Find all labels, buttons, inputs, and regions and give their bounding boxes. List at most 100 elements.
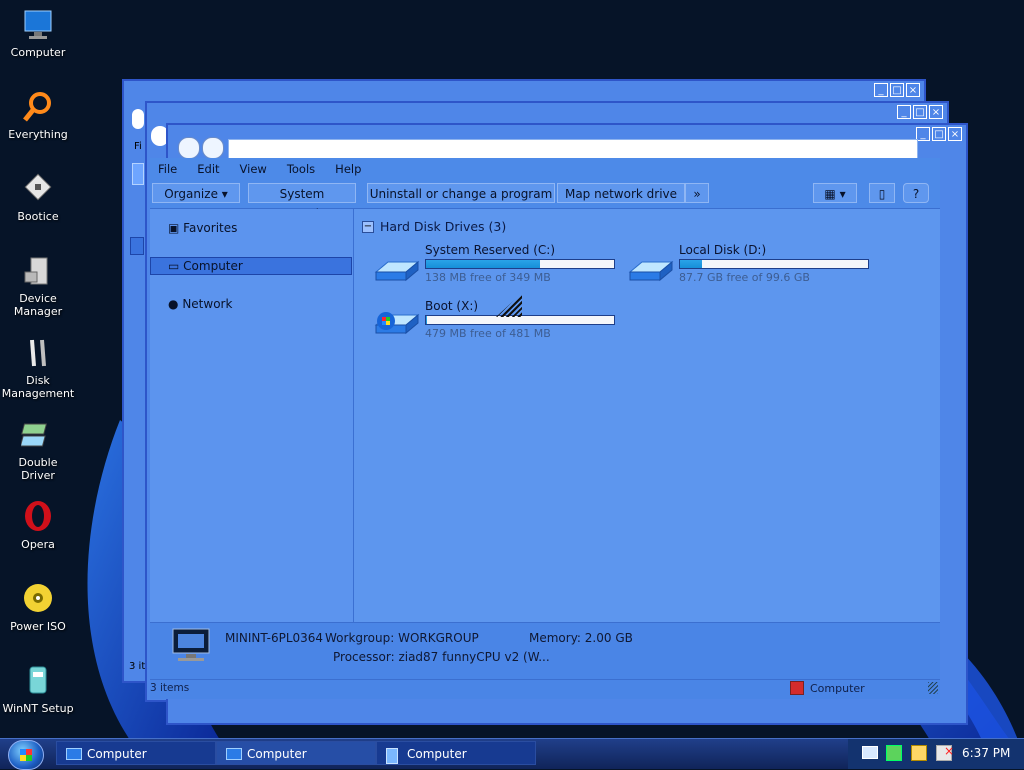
- capacity-fill: [426, 316, 427, 324]
- desktop-icon-computer[interactable]: Computer: [0, 8, 76, 59]
- desktop-icon-disk-management[interactable]: Disk Management: [0, 336, 76, 400]
- menu-partial: Fi: [134, 141, 142, 152]
- double-driver-icon: [19, 418, 55, 452]
- desktop-icon-opera[interactable]: Opera: [0, 500, 76, 551]
- memory: Memory: 2.00 GB: [529, 631, 633, 645]
- desktop-icon-bootice[interactable]: Bootice: [0, 172, 76, 223]
- nav-network[interactable]: ● Network: [168, 297, 232, 311]
- network-icon[interactable]: [862, 746, 878, 759]
- disk-management-icon: [21, 336, 55, 370]
- nav-label: Favorites: [183, 221, 238, 235]
- desktop-icon-power-iso[interactable]: Power ISO: [0, 582, 76, 633]
- taskbar-button-computer-1[interactable]: Computer: [56, 741, 216, 765]
- more-commands-button[interactable]: »: [685, 183, 709, 203]
- preview-pane-icon: ▯: [878, 187, 886, 201]
- bootice-icon: [21, 172, 55, 206]
- folder-icon[interactable]: [911, 745, 927, 761]
- taskbar: Computer Computer Computer × 6:37 PM: [0, 738, 1024, 770]
- computer-icon: [66, 748, 82, 760]
- desktop-icon-double-driver[interactable]: Double Driver: [0, 418, 76, 482]
- capacity-fill: [680, 260, 703, 268]
- address-bar[interactable]: [228, 139, 918, 159]
- back-button[interactable]: [178, 137, 200, 159]
- desktop-icon-device-manager[interactable]: Device Manager: [0, 254, 76, 318]
- help-button[interactable]: ?: [903, 183, 929, 203]
- uninstall-program-button[interactable]: Uninstall or change a program: [367, 183, 555, 203]
- resize-grip[interactable]: [928, 682, 938, 694]
- map-network-drive-button[interactable]: Map network drive: [557, 183, 685, 203]
- status-location: Computer: [790, 681, 865, 695]
- desktop-icon-winnt-setup[interactable]: WinNT Setup: [0, 664, 76, 715]
- maximize-button[interactable]: □: [913, 105, 927, 119]
- menu-file[interactable]: File: [158, 162, 177, 176]
- help-icon: ?: [912, 187, 920, 201]
- clock[interactable]: 6:37 PM: [962, 746, 1010, 760]
- start-button[interactable]: [8, 740, 44, 770]
- power-iso-icon: [21, 582, 55, 616]
- drive-free-space: 479 MB free of 481 MB: [425, 327, 551, 340]
- maximize-button[interactable]: □: [932, 127, 946, 141]
- navigation-pane: ▣ Favorites ▭ Computer ● Network: [150, 209, 354, 622]
- close-button[interactable]: ×: [906, 83, 920, 97]
- system-tray: × 6:37 PM: [848, 739, 1024, 769]
- status-bar: 3 items Computer: [150, 679, 940, 698]
- nav-label: Network: [182, 297, 233, 311]
- windows-drive-icon: [374, 312, 420, 335]
- desktop-icon-label: Computer: [10, 46, 66, 59]
- view-options-button[interactable]: ▦ ▾: [813, 183, 857, 203]
- computer-icon: [21, 8, 55, 42]
- system-properties-button[interactable]: System properties: [248, 183, 356, 221]
- menu-edit[interactable]: Edit: [197, 162, 219, 176]
- star-icon: ▣: [168, 221, 180, 235]
- computer-icon: [172, 628, 210, 661]
- desktop-icon-label: Power ISO: [10, 620, 66, 633]
- forward-button[interactable]: [202, 137, 224, 159]
- taskbar-button-computer-3[interactable]: Computer: [376, 741, 536, 765]
- desktop-icon-label: Disk Management: [1, 374, 75, 400]
- maximize-button[interactable]: □: [890, 83, 904, 97]
- close-button[interactable]: ×: [929, 105, 943, 119]
- desktop-icon-label: Device Manager: [13, 292, 63, 318]
- window-icon: [386, 748, 398, 764]
- drive-name[interactable]: System Reserved (C:): [425, 243, 555, 257]
- drive-icon: [628, 260, 674, 282]
- drive-free-space: 138 MB free of 349 MB: [425, 271, 551, 284]
- desktop-icon-everything[interactable]: Everything: [0, 90, 76, 141]
- window-controls: _ □ ×: [897, 105, 943, 119]
- nav-favorites[interactable]: ▣ Favorites: [168, 221, 237, 235]
- workgroup: Workgroup: WORKGROUP: [325, 631, 479, 645]
- group-header[interactable]: − Hard Disk Drives (3): [362, 219, 506, 234]
- location-text: Computer: [810, 681, 865, 695]
- opera-icon: [21, 500, 55, 534]
- menu-help[interactable]: Help: [335, 162, 361, 176]
- minimize-button[interactable]: _: [897, 105, 911, 119]
- status-partial: 3 it: [129, 661, 146, 672]
- security-icon[interactable]: [886, 745, 902, 761]
- minimize-button[interactable]: _: [874, 83, 888, 97]
- command-toolbar: Organize ▾ System properties Uninstall o…: [150, 180, 940, 221]
- collapse-icon[interactable]: −: [362, 220, 374, 233]
- taskbar-button-computer-2[interactable]: Computer: [216, 741, 376, 765]
- menu-bar: File Edit View Tools Help: [150, 158, 940, 180]
- drive-name[interactable]: Boot (X:): [425, 299, 478, 313]
- minimize-button[interactable]: _: [916, 127, 930, 141]
- organize-button[interactable]: Organize ▾: [152, 183, 240, 203]
- menu-view[interactable]: View: [240, 162, 267, 176]
- mute-icon[interactable]: ×: [936, 744, 954, 761]
- drive-name[interactable]: Local Disk (D:): [679, 243, 766, 257]
- windows-logo-icon: [20, 749, 32, 761]
- view-icon: ▦: [824, 187, 836, 201]
- close-button[interactable]: ×: [948, 127, 962, 141]
- menu-tools[interactable]: Tools: [287, 162, 315, 176]
- desktop-icon-label: Opera: [21, 538, 55, 551]
- processor: Processor: ziad87 funnyCPU v2 (W...: [333, 650, 550, 664]
- computer-icon: ▭: [168, 259, 180, 273]
- toolbar-partial: [132, 163, 144, 185]
- content-pane: − Hard Disk Drives (3) System Reserved (…: [354, 209, 940, 622]
- nav-computer[interactable]: ▭ Computer: [168, 259, 243, 273]
- magnifier-icon: [21, 90, 55, 124]
- preview-pane-button[interactable]: ▯: [869, 183, 895, 203]
- nav-selected-partial: [130, 237, 144, 255]
- device-manager-icon: [21, 254, 55, 288]
- drive-icon: [374, 260, 420, 282]
